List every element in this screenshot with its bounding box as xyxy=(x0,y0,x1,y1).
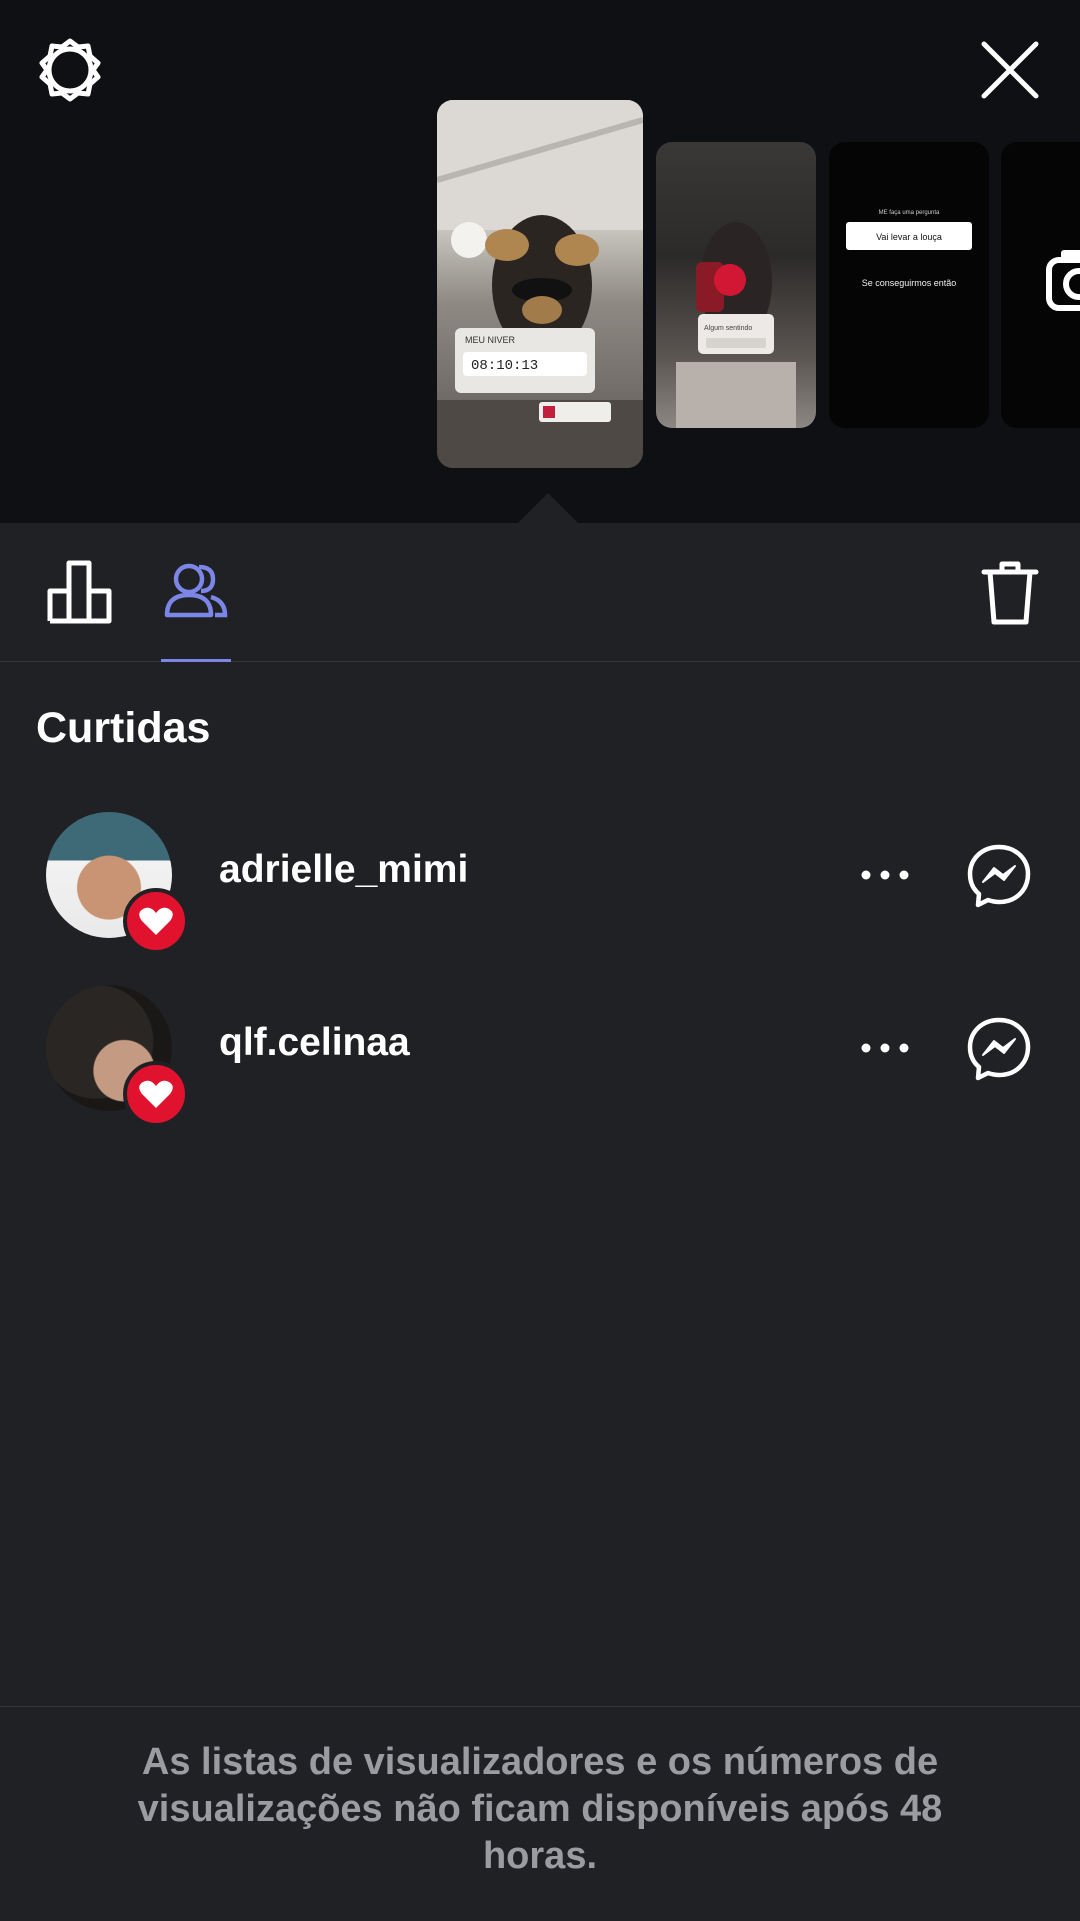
tab-viewers-underline xyxy=(161,659,231,662)
list-item[interactable]: qlf.celinaa xyxy=(0,973,1080,1127)
delete-story-button[interactable] xyxy=(970,553,1050,633)
username[interactable]: qlf.celinaa xyxy=(219,1021,410,1065)
story-thumbnail-2[interactable]: Algum sentindo xyxy=(656,142,816,428)
tab-insights[interactable] xyxy=(30,523,130,661)
story-1-countdown: 08:10:13 xyxy=(471,358,538,374)
camera-icon xyxy=(1046,250,1080,311)
tab-viewers[interactable] xyxy=(150,523,242,661)
section-title: Curtidas xyxy=(36,704,211,752)
close-icon xyxy=(981,41,1039,99)
like-badge xyxy=(123,888,189,954)
gear-icon xyxy=(39,38,101,102)
story-thumbnail-3[interactable]: ME faça uma pergunta Vai levar a louça S… xyxy=(829,142,989,428)
more-icon xyxy=(861,870,909,880)
bar-chart-icon xyxy=(47,560,112,624)
people-icon xyxy=(164,563,228,618)
more-options-button[interactable] xyxy=(852,845,918,905)
like-badge xyxy=(123,1061,189,1127)
messenger-icon xyxy=(967,1017,1031,1081)
footer-notice-text: As listas de visualizadores e os números… xyxy=(137,1741,943,1877)
more-icon xyxy=(861,1043,909,1053)
story-3-image: ME faça uma pergunta Vai levar a louça S… xyxy=(846,210,972,288)
more-options-button[interactable] xyxy=(852,1018,918,1078)
story-thumbnail-camera[interactable] xyxy=(1001,142,1080,428)
heart-icon xyxy=(139,1080,173,1108)
selected-story-pointer xyxy=(518,493,578,523)
story-thumbnail-1[interactable]: MEU NIVER 08:10:13 xyxy=(437,100,643,468)
viewer-tabs xyxy=(0,523,1080,662)
story-2-overlay-text: Algum sentindo xyxy=(704,325,752,332)
send-message-button[interactable] xyxy=(966,1016,1032,1082)
send-message-button[interactable] xyxy=(966,843,1032,909)
story-3-answer: Vai levar a louça xyxy=(876,232,942,242)
story-1-image: MEU NIVER 08:10:13 xyxy=(437,100,643,468)
story-3-reply: Se conseguirmos então xyxy=(862,278,957,288)
footer-notice: As listas de visualizadores e os números… xyxy=(0,1706,1080,1921)
trash-icon xyxy=(981,561,1039,625)
messenger-icon xyxy=(967,844,1031,908)
list-item[interactable]: adrielle_mimi xyxy=(0,800,1080,954)
story-2-image: Algum sentindo xyxy=(676,222,796,428)
username[interactable]: adrielle_mimi xyxy=(219,848,468,892)
story-carousel-area: MEU NIVER 08:10:13 Algum sentindo ME faç… xyxy=(0,0,1080,523)
close-button[interactable] xyxy=(970,30,1050,110)
story-1-overlay-title: MEU NIVER xyxy=(465,335,516,345)
settings-button[interactable] xyxy=(30,30,110,110)
story-3-question-header: ME faça uma pergunta xyxy=(879,210,940,216)
heart-icon xyxy=(139,907,173,935)
